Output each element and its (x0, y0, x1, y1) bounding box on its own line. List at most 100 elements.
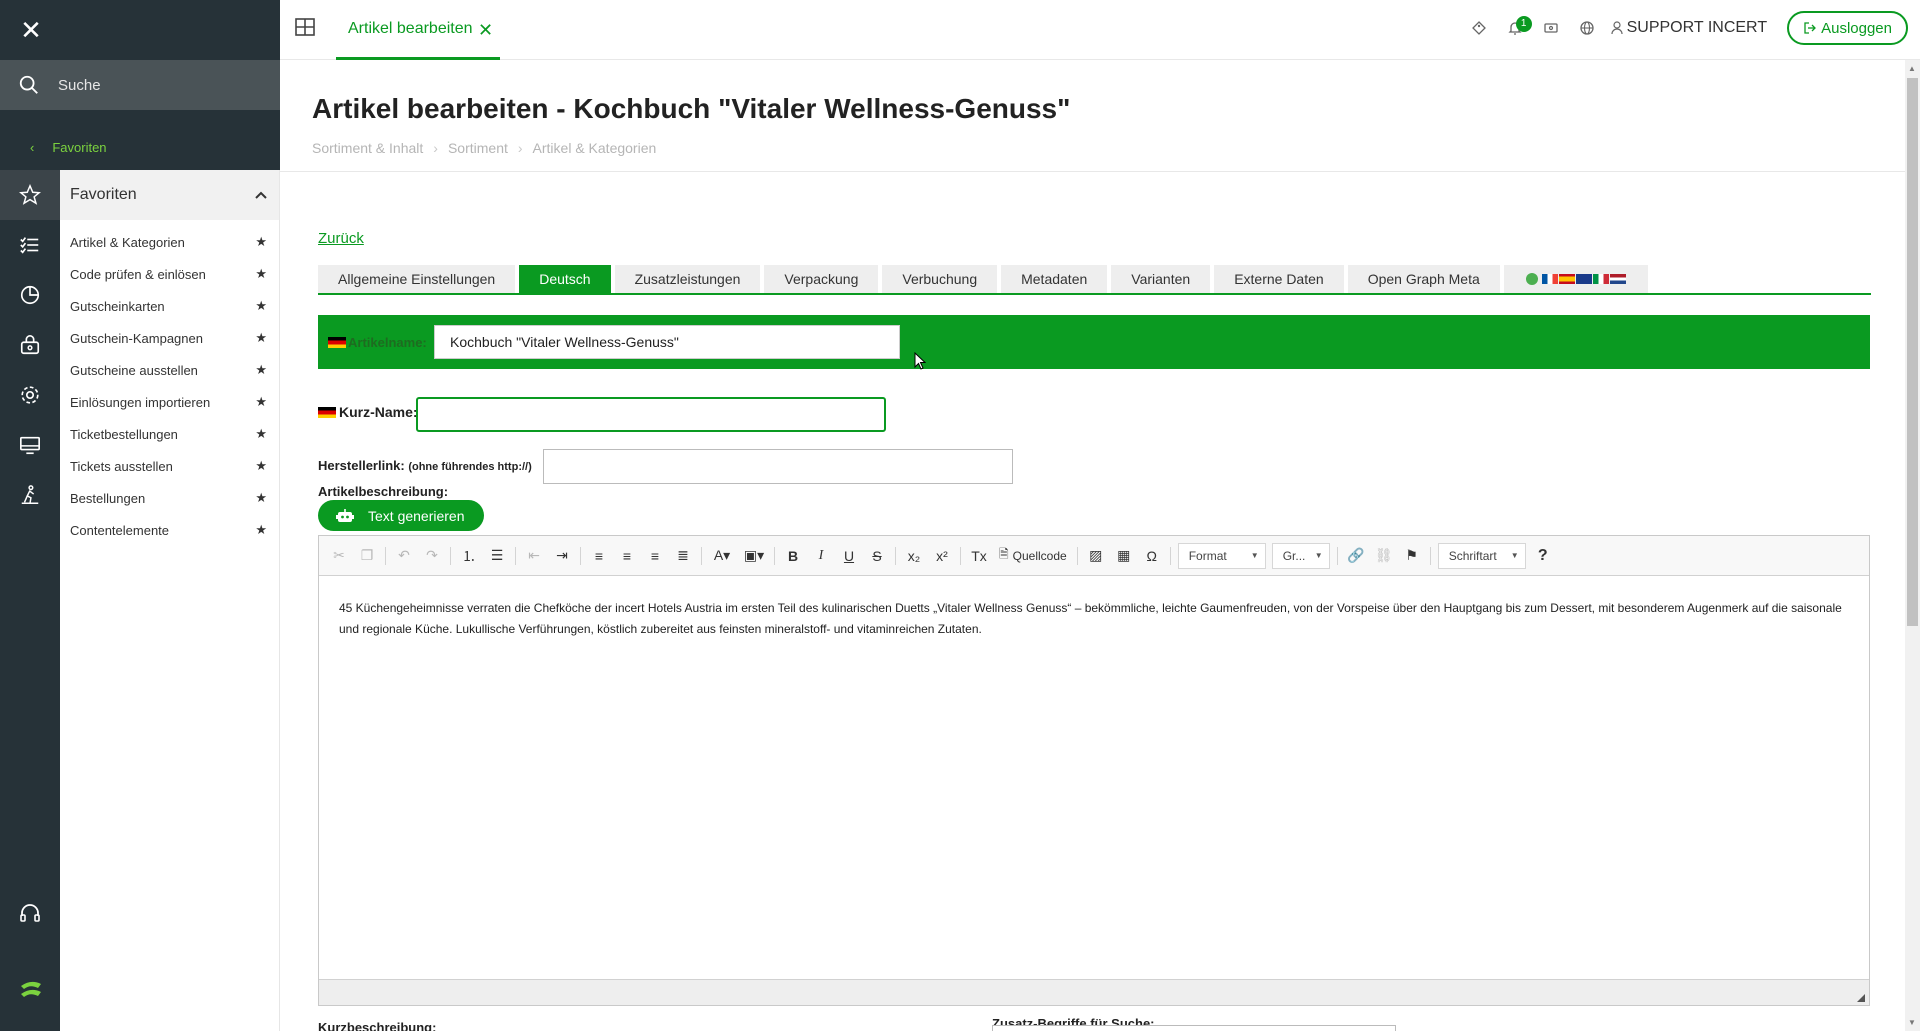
favorite-item[interactable]: Contentelemente ★ (60, 514, 279, 546)
search-terms-input[interactable] (992, 1025, 1396, 1031)
star-icon[interactable] (0, 170, 60, 220)
close-menu-icon[interactable]: ✕ (18, 17, 44, 43)
anchor-flag-icon[interactable]: ⚑ (1398, 543, 1426, 569)
align-right-icon[interactable]: ≡ (641, 543, 669, 569)
bold-icon[interactable]: B (779, 543, 807, 569)
favorite-item[interactable]: Code prüfen & einlösen ★ (60, 258, 279, 290)
scroll-down-icon[interactable]: ▼ (1908, 1018, 1916, 1027)
underline-icon[interactable]: U (835, 543, 863, 569)
align-center-icon[interactable]: ≡ (613, 543, 641, 569)
undo-icon[interactable]: ↶ (390, 543, 418, 569)
close-tab-icon[interactable]: ✕ (478, 20, 493, 41)
source-code-button[interactable]: 🗎 Quellcode (993, 543, 1073, 569)
breadcrumb-item[interactable]: Sortiment (448, 140, 508, 156)
tab-open-graph-meta[interactable]: Open Graph Meta (1347, 265, 1500, 293)
breadcrumb-item[interactable]: Sortiment & Inhalt (312, 140, 423, 156)
favorite-item[interactable]: Tickets ausstellen ★ (60, 450, 279, 482)
favorite-item[interactable]: Gutscheinkarten ★ (60, 290, 279, 322)
tab-languages[interactable] (1503, 265, 1648, 293)
star-icon[interactable]: ★ (255, 330, 267, 346)
headset-icon[interactable] (18, 902, 42, 926)
tag-icon[interactable] (1461, 0, 1497, 56)
gear-icon[interactable] (0, 370, 60, 420)
format-select[interactable]: Format ▼ (1177, 542, 1266, 569)
chart-icon[interactable] (0, 270, 60, 320)
hiking-icon[interactable] (0, 470, 60, 520)
favorite-item[interactable]: Einlösungen importieren ★ (60, 386, 279, 418)
manufacturer-link-input[interactable] (543, 449, 1013, 484)
resize-handle-icon[interactable] (1855, 992, 1865, 1002)
star-icon[interactable]: ★ (255, 490, 267, 506)
user-menu[interactable]: SUPPORT INCERT (1611, 19, 1767, 37)
logout-label: Ausloggen (1821, 19, 1892, 37)
monitor-icon[interactable] (0, 420, 60, 470)
shop-icon[interactable] (0, 320, 60, 370)
text-color-icon[interactable]: A▾ (706, 543, 738, 569)
ticket-icon[interactable] (1533, 0, 1569, 56)
star-icon[interactable]: ★ (255, 234, 267, 250)
favorite-item[interactable]: Gutscheine ausstellen ★ (60, 354, 279, 386)
generate-text-button[interactable]: Text generieren (318, 500, 484, 531)
numbered-list-icon[interactable]: ⒈ (455, 543, 483, 569)
editor-content[interactable]: 45 Küchengeheimnisse verraten die Chefkö… (319, 576, 1869, 976)
star-icon[interactable]: ★ (255, 426, 267, 442)
outdent-icon[interactable]: ⇤ (520, 543, 548, 569)
strikethrough-icon[interactable]: S (863, 543, 891, 569)
favorite-item[interactable]: Ticketbestellungen ★ (60, 418, 279, 450)
clear-format-icon[interactable]: Tx (965, 543, 993, 569)
table-icon[interactable]: ▦ (1110, 543, 1138, 569)
search-input[interactable] (58, 70, 268, 100)
background-color-icon[interactable]: ▣▾ (738, 543, 770, 569)
cut-icon[interactable]: ✂ (325, 543, 353, 569)
special-char-icon[interactable]: Ω (1138, 543, 1166, 569)
back-link[interactable]: Zurück (318, 230, 364, 247)
toolbar-divider (580, 546, 581, 565)
page-scrollbar[interactable]: ▲ ▼ (1905, 60, 1920, 1031)
tab-verpackung[interactable]: Verpackung (764, 265, 879, 293)
tab-artikel-bearbeiten[interactable]: Artikel bearbeiten ✕ (336, 0, 500, 60)
bell-icon[interactable]: 1 (1497, 0, 1533, 56)
globe-icon[interactable] (1569, 0, 1605, 56)
copy-icon[interactable]: ❐ (353, 543, 381, 569)
short-name-input[interactable] (416, 397, 886, 432)
help-icon[interactable]: ? (1529, 543, 1557, 569)
tab-zusatzleistungen[interactable]: Zusatzleistungen (614, 265, 761, 293)
checklist-icon[interactable] (0, 220, 60, 270)
align-left-icon[interactable]: ≡ (585, 543, 613, 569)
breadcrumb-item[interactable]: Artikel & Kategorien (533, 140, 657, 156)
star-icon[interactable]: ★ (255, 298, 267, 314)
size-select[interactable]: Gr... ▼ (1271, 542, 1330, 569)
favorites-back-link[interactable]: ‹ Favoriten (30, 140, 107, 155)
font-select[interactable]: Schriftart ▼ (1437, 542, 1526, 569)
tab-deutsch[interactable]: Deutsch (519, 265, 611, 293)
link-icon[interactable]: 🔗 (1342, 543, 1370, 569)
favorite-item[interactable]: Artikel & Kategorien ★ (60, 226, 279, 258)
star-icon[interactable]: ★ (255, 522, 267, 538)
logout-button[interactable]: Ausloggen (1787, 11, 1908, 45)
scroll-thumb[interactable] (1907, 78, 1918, 626)
star-icon[interactable]: ★ (255, 266, 267, 282)
indent-icon[interactable]: ⇥ (548, 543, 576, 569)
scroll-up-icon[interactable]: ▲ (1908, 64, 1916, 73)
tab-varianten[interactable]: Varianten (1111, 265, 1211, 293)
subscript-icon[interactable]: x₂ (900, 543, 928, 569)
bullet-list-icon[interactable]: ☰ (483, 543, 511, 569)
image-icon[interactable]: ▨ (1082, 543, 1110, 569)
favorites-panel-header[interactable]: Favoriten (60, 170, 279, 220)
star-icon[interactable]: ★ (255, 394, 267, 410)
grid-icon[interactable] (294, 16, 316, 38)
italic-icon[interactable]: I (807, 543, 835, 569)
tab-metadaten[interactable]: Metadaten (1001, 265, 1108, 293)
superscript-icon[interactable]: x² (928, 543, 956, 569)
favorite-item[interactable]: Bestellungen ★ (60, 482, 279, 514)
redo-icon[interactable]: ↷ (418, 543, 446, 569)
star-icon[interactable]: ★ (255, 458, 267, 474)
tab-externe-daten[interactable]: Externe Daten (1214, 265, 1344, 293)
tab-allgemeine-einstellungen[interactable]: Allgemeine Einstellungen (318, 265, 516, 293)
tab-verbuchung[interactable]: Verbuchung (882, 265, 998, 293)
unlink-icon[interactable]: ⛓ (1370, 543, 1398, 569)
star-icon[interactable]: ★ (255, 362, 267, 378)
align-justify-icon[interactable]: ≣ (669, 543, 697, 569)
article-name-input[interactable] (434, 325, 900, 359)
favorite-item[interactable]: Gutschein-Kampagnen ★ (60, 322, 279, 354)
